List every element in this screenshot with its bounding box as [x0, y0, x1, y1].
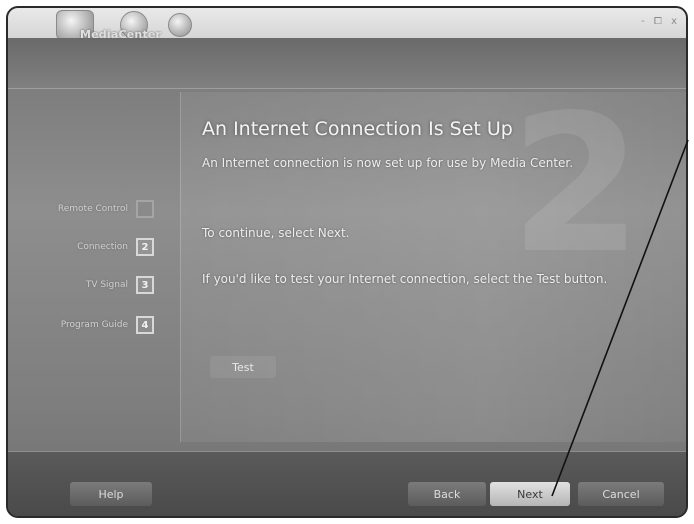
step-program-guide: Program Guide 4 — [14, 314, 154, 336]
media-orb-button[interactable] — [168, 13, 192, 37]
instruction-paragraph: To continue, select Next. — [202, 226, 350, 240]
next-button[interactable]: Next — [490, 482, 570, 506]
back-button[interactable]: Back — [408, 482, 486, 506]
step-remote-control: Remote Control — [14, 198, 154, 220]
step-number-box: 3 — [136, 276, 154, 294]
step-label: Program Guide — [60, 320, 128, 330]
step-label: Connection — [77, 242, 128, 252]
page-title: An Internet Connection Is Set Up — [202, 118, 513, 140]
step-done-box — [136, 200, 154, 218]
step-connection: Connection 2 — [14, 236, 154, 258]
step-number-box: 2 — [136, 238, 154, 256]
help-button[interactable]: Help — [70, 482, 152, 506]
info-paragraph: An Internet connection is now set up for… — [202, 156, 574, 170]
cancel-button[interactable]: Cancel — [578, 482, 664, 506]
test-button[interactable]: Test — [210, 356, 276, 378]
step-label: TV Signal — [85, 280, 128, 290]
test-paragraph: If you'd like to test your Internet conn… — [202, 272, 608, 286]
window-controls[interactable]: - ⧠ x — [641, 16, 680, 27]
step-watermark-number: 2 — [510, 74, 643, 295]
step-tv-signal: TV Signal 3 — [14, 274, 154, 296]
media-center-logo: MediaCenter — [80, 28, 162, 41]
step-number-box: 4 — [136, 316, 154, 334]
step-label: Remote Control — [57, 204, 128, 214]
